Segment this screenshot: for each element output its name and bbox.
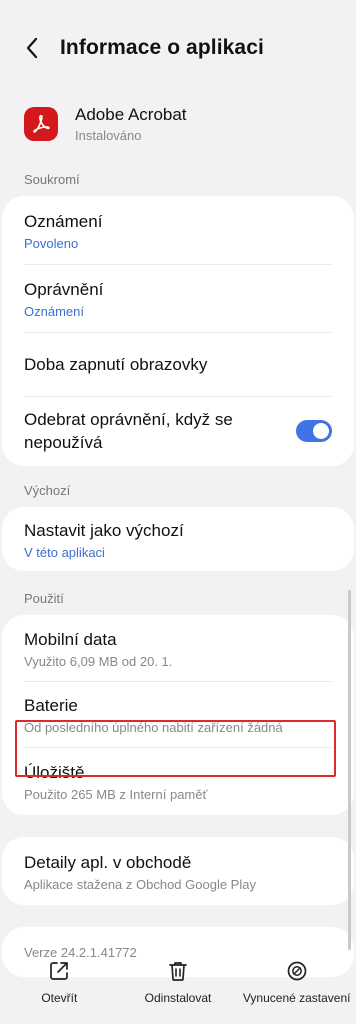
notifications-item[interactable]: Oznámení Povoleno: [2, 196, 354, 264]
defaults-card: Nastavit jako výchozí V této aplikaci: [2, 507, 354, 571]
force-stop-label: Vynucené zastavení: [242, 991, 351, 1005]
set-default-item[interactable]: Nastavit jako výchozí V této aplikaci: [2, 507, 354, 571]
section-label-usage: Použití: [24, 591, 64, 606]
version-text: Verze 24.2.1.41772: [24, 944, 137, 960]
mobile-data-item[interactable]: Mobilní data Využito 6,09 MB od 20. 1.: [2, 615, 354, 681]
item-value: Použito 265 MB z Interní paměť: [24, 786, 208, 802]
item-title: Baterie: [24, 695, 78, 715]
uninstall-button[interactable]: Odinstalovat: [119, 960, 238, 1024]
top-bar: Informace o aplikaci: [0, 0, 356, 96]
item-value: Od posledního úplného nabití zařízení žá…: [24, 719, 283, 735]
store-details-item[interactable]: Detaily apl. v obchodě Aplikace stažena …: [2, 837, 354, 905]
item-title: Mobilní data: [24, 629, 117, 649]
item-title: Detaily apl. v obchodě: [24, 852, 192, 872]
privacy-card: Oznámení Povoleno Oprávnění Oznámení Dob…: [2, 196, 354, 466]
open-external-icon: [48, 960, 70, 982]
open-button[interactable]: Otevřít: [0, 960, 119, 1024]
stop-circle-icon: [286, 960, 308, 982]
open-label: Otevřít: [41, 991, 78, 1005]
screen-time-item[interactable]: Doba zapnutí obrazovky: [2, 332, 354, 396]
trash-icon: [167, 960, 189, 982]
item-value: Aplikace stažena z Obchod Google Play: [24, 876, 256, 892]
back-arrow-icon[interactable]: [18, 34, 46, 62]
item-value: V této aplikaci: [24, 544, 105, 560]
item-title: Oznámení: [24, 211, 103, 231]
usage-card: Mobilní data Využito 6,09 MB od 20. 1. B…: [2, 615, 354, 815]
uninstall-label: Odinstalovat: [144, 991, 212, 1005]
page-title: Informace o aplikaci: [60, 36, 264, 59]
remove-permissions-item[interactable]: Odebrat oprávnění, když se nepoužívá: [2, 396, 354, 466]
remove-permissions-toggle[interactable]: [296, 420, 332, 442]
item-title: Úložiště: [24, 762, 85, 782]
acrobat-icon: [24, 107, 58, 141]
force-stop-button[interactable]: Vynucené zastavení: [237, 960, 356, 1024]
item-value: Oznámení: [24, 303, 84, 319]
app-info-row: Adobe Acrobat Instalováno: [0, 96, 356, 152]
bottom-action-bar: Otevřít Odinstalovat Vynucené zastavení: [0, 960, 356, 1024]
app-name: Adobe Acrobat: [75, 105, 187, 124]
item-title: Odebrat oprávnění, když se nepoužívá: [24, 410, 233, 452]
section-label-defaults: Výchozí: [24, 483, 71, 498]
scrollbar[interactable]: [348, 590, 351, 950]
store-card: Detaily apl. v obchodě Aplikace stažena …: [2, 837, 354, 905]
battery-item[interactable]: Baterie Od posledního úplného nabití zař…: [2, 681, 354, 747]
item-title: Oprávnění: [24, 279, 104, 299]
item-title: Nastavit jako výchozí: [24, 520, 184, 540]
item-title: Doba zapnutí obrazovky: [24, 354, 208, 374]
item-value: Využito 6,09 MB od 20. 1.: [24, 653, 173, 669]
item-value: Povoleno: [24, 235, 79, 251]
app-install-status: Instalováno: [75, 128, 142, 143]
storage-item[interactable]: Úložiště Použito 265 MB z Interní paměť: [2, 747, 354, 815]
section-label-privacy: Soukromí: [24, 172, 80, 187]
permissions-item[interactable]: Oprávnění Oznámení: [2, 264, 354, 332]
